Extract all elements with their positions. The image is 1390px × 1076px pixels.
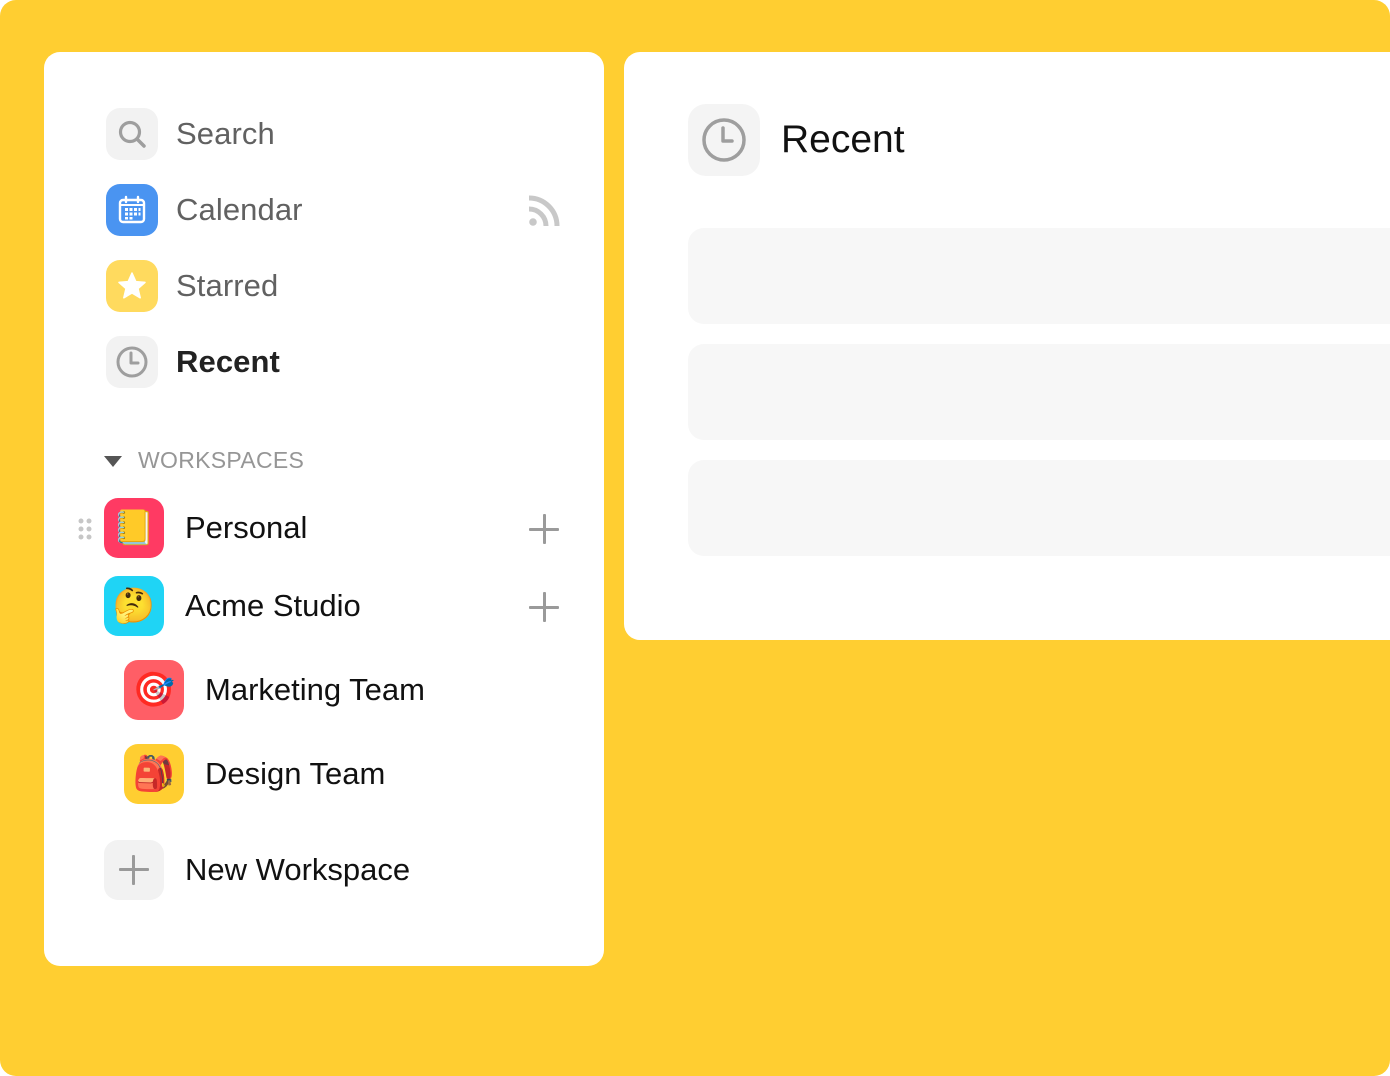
caret-down-icon[interactable]	[104, 455, 122, 467]
app-background: Search Calendar Starred Recent WORKSPACE…	[0, 0, 1390, 1076]
team-item-design[interactable]: 🎒 Design Team	[124, 744, 385, 804]
team-label: Marketing Team	[205, 672, 425, 707]
sidebar-item-search[interactable]: Search	[106, 108, 275, 160]
recent-item-placeholder	[688, 460, 1390, 556]
plus-icon	[104, 840, 164, 900]
workspace-label: Acme Studio	[185, 588, 361, 623]
add-to-acme-studio-button[interactable]	[524, 587, 564, 627]
sidebar-item-label: Starred	[176, 268, 279, 303]
rss-feed-icon[interactable]	[528, 195, 562, 227]
new-workspace-button[interactable]: New Workspace	[104, 840, 410, 900]
new-workspace-label: New Workspace	[185, 852, 411, 887]
sidebar-item-label: Calendar	[176, 192, 303, 227]
workspace-item-acme-studio[interactable]: 🤔 Acme Studio	[104, 576, 361, 636]
sidebar: Search Calendar Starred Recent WORKSPACE…	[44, 52, 604, 966]
team-label: Design Team	[205, 756, 386, 791]
sidebar-item-recent[interactable]: Recent	[106, 336, 280, 388]
workspace-item-personal[interactable]: 📒 Personal	[104, 498, 307, 558]
page-header: Recent	[688, 104, 905, 176]
calendar-icon	[106, 184, 158, 236]
team-item-marketing[interactable]: 🎯 Marketing Team	[124, 660, 425, 720]
recent-item-placeholder	[688, 228, 1390, 324]
workspaces-label: WORKSPACES	[138, 447, 305, 473]
page-title: Recent	[781, 118, 905, 161]
workspaces-section-header[interactable]: WORKSPACES	[104, 447, 304, 474]
sidebar-item-label: Search	[176, 116, 275, 151]
notebook-emoji-icon: 📒	[104, 498, 164, 558]
target-emoji-icon: 🎯	[124, 660, 184, 720]
drag-handle-icon[interactable]	[78, 518, 92, 540]
main-panel: Recent	[624, 52, 1390, 640]
sidebar-item-label: Recent	[176, 344, 280, 379]
workspace-label: Personal	[185, 510, 308, 545]
sidebar-item-starred[interactable]: Starred	[106, 260, 278, 312]
search-icon	[106, 108, 158, 160]
clock-icon	[688, 104, 760, 176]
star-icon	[106, 260, 158, 312]
add-to-personal-button[interactable]	[524, 509, 564, 549]
sidebar-item-calendar[interactable]: Calendar	[106, 184, 303, 236]
backpack-emoji-icon: 🎒	[124, 744, 184, 804]
recent-item-placeholder	[688, 344, 1390, 440]
thinking-face-emoji-icon: 🤔	[104, 576, 164, 636]
clock-icon	[106, 336, 158, 388]
